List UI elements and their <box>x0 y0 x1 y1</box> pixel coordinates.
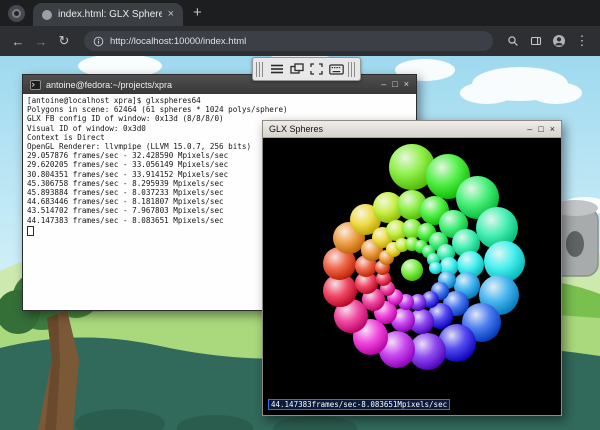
toolbar-drag-grip-right[interactable] <box>348 61 357 77</box>
glx-maximize-button[interactable]: □ <box>538 124 543 134</box>
glx-window-title: GLX Spheres <box>269 124 324 134</box>
hamburger-menu-icon <box>270 64 283 74</box>
browser-tab[interactable]: index.html: GLX Spheres × <box>33 3 183 26</box>
terminal-minimize-button[interactable]: – <box>381 80 386 89</box>
toolbar-keyboard-button[interactable] <box>328 61 345 78</box>
keyboard-icon <box>329 63 344 75</box>
tab-strip: index.html: GLX Spheres × + <box>0 0 600 26</box>
side-panel-icon <box>530 36 542 46</box>
glx-close-button[interactable]: × <box>550 124 555 134</box>
windows-icon <box>289 63 304 74</box>
xpra-toolbar[interactable] <box>252 57 361 81</box>
back-button[interactable]: ← <box>8 31 28 51</box>
avatar-icon <box>553 35 565 47</box>
nav-bar: ← → ↻ http://localhost:10000/index.html … <box>0 26 600 56</box>
search-icon <box>508 36 518 46</box>
gl-sphere <box>429 261 442 275</box>
browser-menu-button[interactable]: ⋮ <box>572 31 592 51</box>
toolbar-drag-grip-left[interactable] <box>256 61 265 77</box>
new-tab-button[interactable]: + <box>193 5 202 20</box>
browser-logo-icon[interactable] <box>8 5 25 22</box>
side-panel-button[interactable] <box>526 31 546 51</box>
glx-spheres-window: GLX Spheres – □ × 44.147383frames/sec-8.… <box>262 120 562 416</box>
profile-button[interactable] <box>549 31 569 51</box>
site-info-icon[interactable] <box>93 36 104 47</box>
terminal-cursor <box>27 225 34 236</box>
terminal-icon <box>30 79 41 90</box>
gl-sphere <box>401 259 423 281</box>
url-text[interactable]: http://localhost:10000/index.html <box>110 36 246 47</box>
terminal-close-button[interactable]: × <box>404 80 409 89</box>
reload-button[interactable]: ↻ <box>54 31 74 51</box>
address-bar[interactable]: http://localhost:10000/index.html <box>84 31 493 51</box>
browser-window: { "browser": { "tab": { "title": "index.… <box>0 0 600 430</box>
forward-button[interactable]: → <box>31 31 51 51</box>
toolbar-menu-button[interactable] <box>268 61 285 78</box>
terminal-title: antoine@fedora:~/projects/xpra <box>46 79 172 90</box>
terminal-window-controls: – □ × <box>375 80 409 89</box>
toolbar-fullscreen-button[interactable] <box>308 61 325 78</box>
terminal-maximize-button[interactable]: □ <box>392 80 397 89</box>
search-button[interactable] <box>503 31 523 51</box>
tab-close-button[interactable]: × <box>168 9 174 20</box>
fullscreen-icon <box>310 63 323 75</box>
glx-canvas: 44.147383frames/sec-8.083651Mpixels/sec <box>263 138 561 415</box>
glx-status-text: 44.147383frames/sec-8.083651Mpixels/sec <box>268 399 451 410</box>
glx-window-controls: – □ × <box>521 124 555 134</box>
toolbar-windows-button[interactable] <box>288 61 305 78</box>
glx-minimize-button[interactable]: – <box>527 124 532 134</box>
xpra-desktop: antoine@fedora:~/projects/xpra – □ × [an… <box>0 56 600 430</box>
tab-favicon <box>42 9 52 20</box>
tab-title: index.html: GLX Spheres <box>58 9 162 20</box>
glx-titlebar[interactable]: GLX Spheres – □ × <box>263 121 561 138</box>
